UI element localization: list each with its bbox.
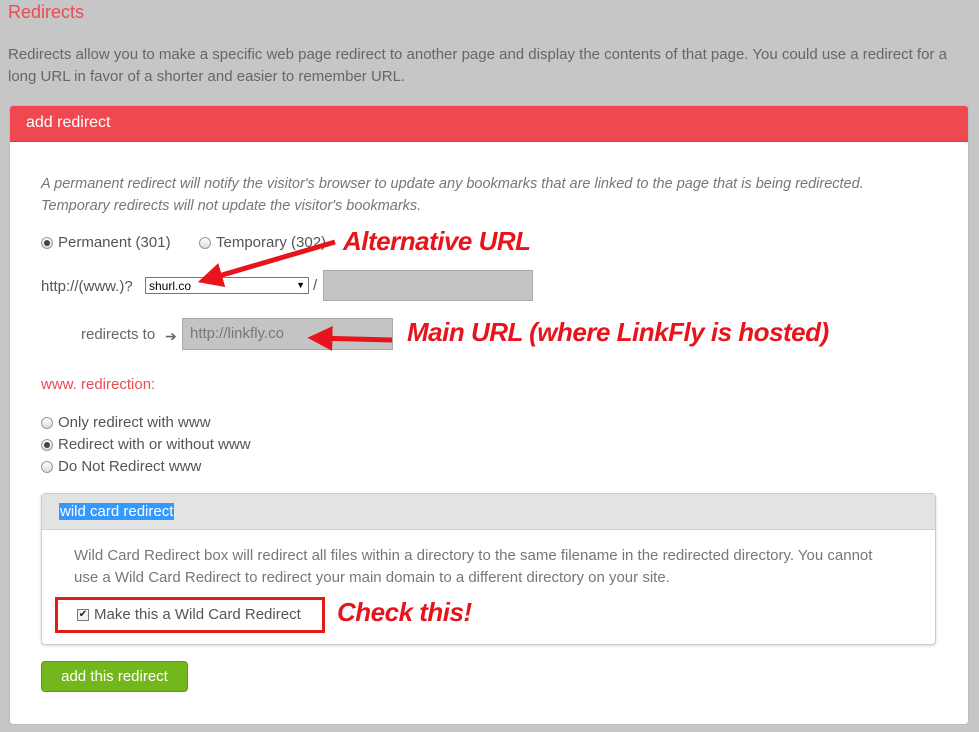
annotation-main-url: Main URL (where LinkFly is hosted) — [407, 317, 829, 347]
main-url-arrow — [307, 325, 393, 351]
annotation-arrows — [197, 239, 393, 351]
annotation-check-this: Check this! — [337, 597, 472, 627]
alt-url-arrow — [197, 239, 336, 288]
annotation-alternative-url: Alternative URL — [343, 226, 531, 256]
